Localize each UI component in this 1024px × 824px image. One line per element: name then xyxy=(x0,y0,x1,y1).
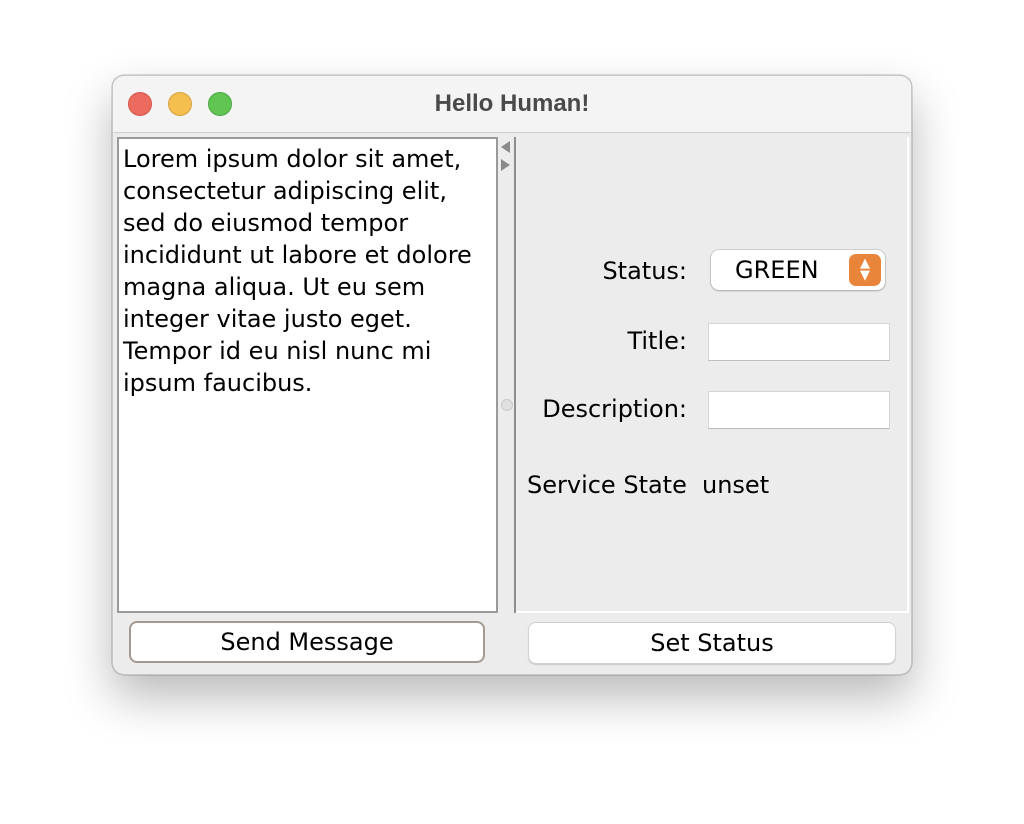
title-bar[interactable]: Hello Human! xyxy=(113,76,911,133)
arrow-left-icon[interactable] xyxy=(501,141,510,153)
divider-grip-icon[interactable] xyxy=(501,399,513,411)
set-status-button[interactable]: Set Status xyxy=(528,622,896,664)
window-title: Hello Human! xyxy=(434,90,590,117)
message-textarea[interactable]: Lorem ipsum dolor sit amet, consectetur … xyxy=(123,143,492,607)
split-pane-divider[interactable] xyxy=(498,137,514,613)
chevron-up-down-icon[interactable]: ▲ ▼ xyxy=(849,254,881,286)
message-scroll-pane: Lorem ipsum dolor sit amet, consectetur … xyxy=(117,137,498,613)
status-select[interactable]: GREEN ▲ ▼ xyxy=(711,250,885,290)
description-label: Description: xyxy=(542,395,687,423)
status-form-panel: Status: GREEN ▲ ▼ Title: Description: Ser… xyxy=(516,137,909,613)
service-state-label: Service State xyxy=(527,471,687,499)
send-message-button[interactable]: Send Message xyxy=(129,621,485,663)
arrow-right-icon[interactable] xyxy=(501,159,510,171)
app-window: Hello Human! Lorem ipsum dolor sit amet,… xyxy=(112,75,912,675)
title-input[interactable] xyxy=(708,323,890,361)
status-select-value: GREEN xyxy=(735,256,819,284)
description-input[interactable] xyxy=(708,391,890,429)
status-label: Status: xyxy=(602,257,687,285)
service-state-value: unset xyxy=(702,471,770,499)
title-label: Title: xyxy=(627,327,687,355)
